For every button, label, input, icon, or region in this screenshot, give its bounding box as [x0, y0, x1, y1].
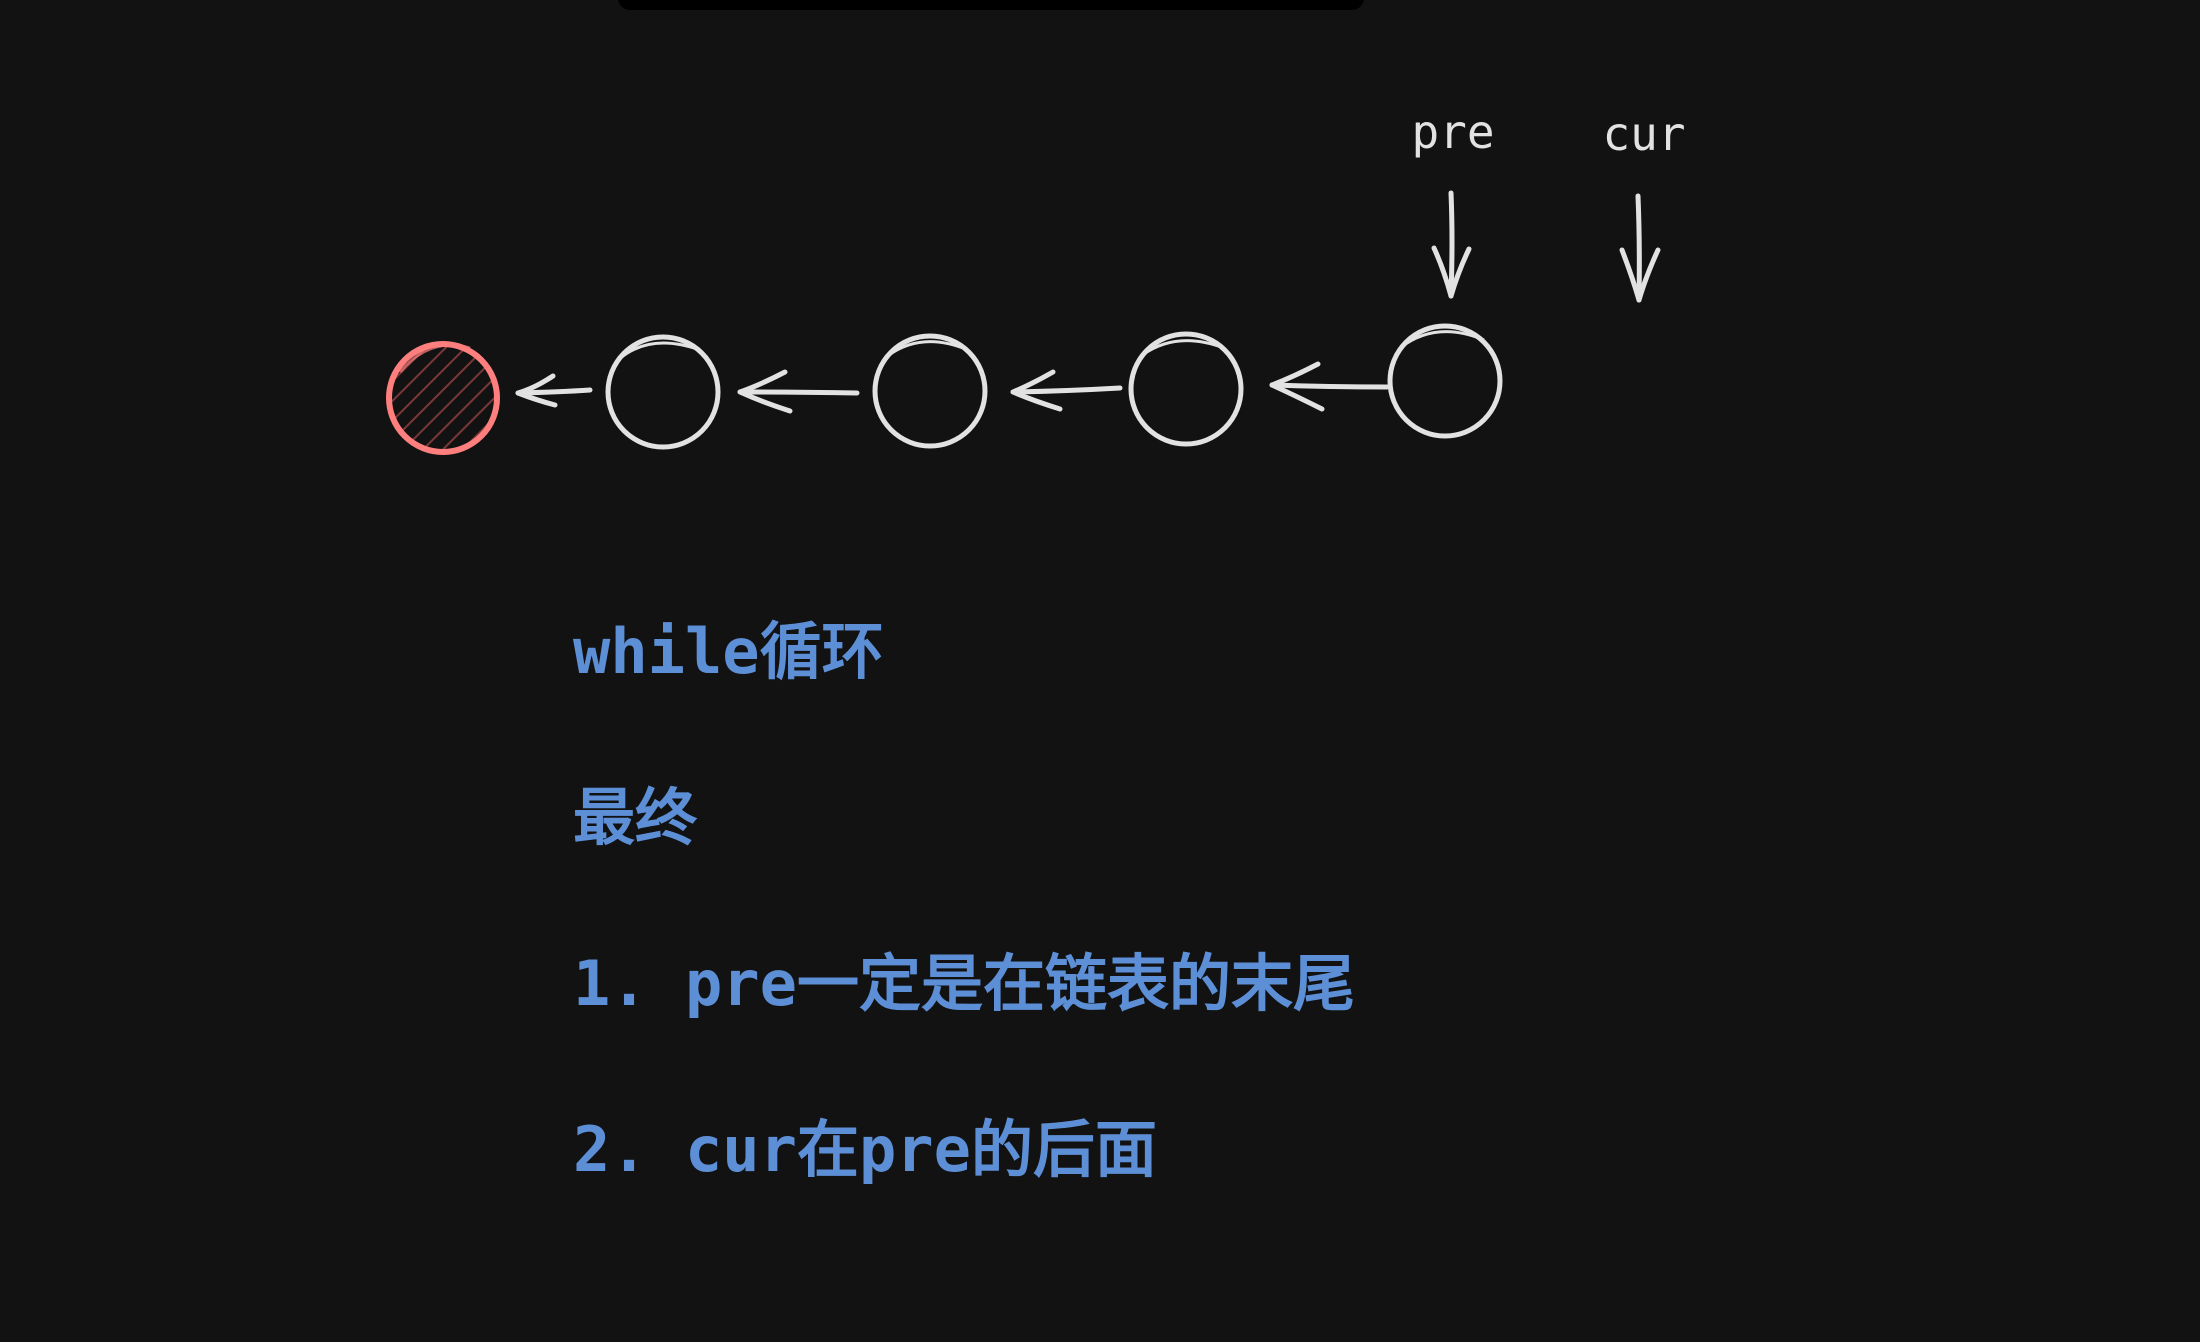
explanation-notes: while循环 最终 1. pre一定是在链表的末尾 2. cur在pre的后面: [573, 612, 1355, 1276]
note-pre-at-tail: 1. pre一定是在链表的末尾: [573, 947, 1355, 1020]
list-node: [1128, 331, 1244, 447]
list-node: [605, 334, 721, 450]
pointer-arrow-pre: [1431, 190, 1472, 299]
canvas: pre cur while循环 最终 1. pre一定是在链表的末尾 2. cu…: [0, 0, 2200, 1342]
link-arrow: [515, 373, 593, 408]
link-arrow: [737, 369, 860, 414]
note-while-loop: while循环: [573, 615, 884, 688]
note-finally: 最终: [573, 781, 698, 854]
link-arrow: [1010, 369, 1123, 412]
list-node: [872, 333, 988, 449]
list-node: [1387, 323, 1503, 439]
highlighted-node: [386, 341, 500, 455]
pointer-label-pre: pre: [1411, 105, 1494, 159]
pointer-arrow-cur: [1619, 193, 1661, 303]
note-cur-after-pre: 2. cur在pre的后面: [573, 1113, 1157, 1186]
pointer-label-cur: cur: [1602, 107, 1685, 161]
link-arrow: [1269, 361, 1390, 412]
